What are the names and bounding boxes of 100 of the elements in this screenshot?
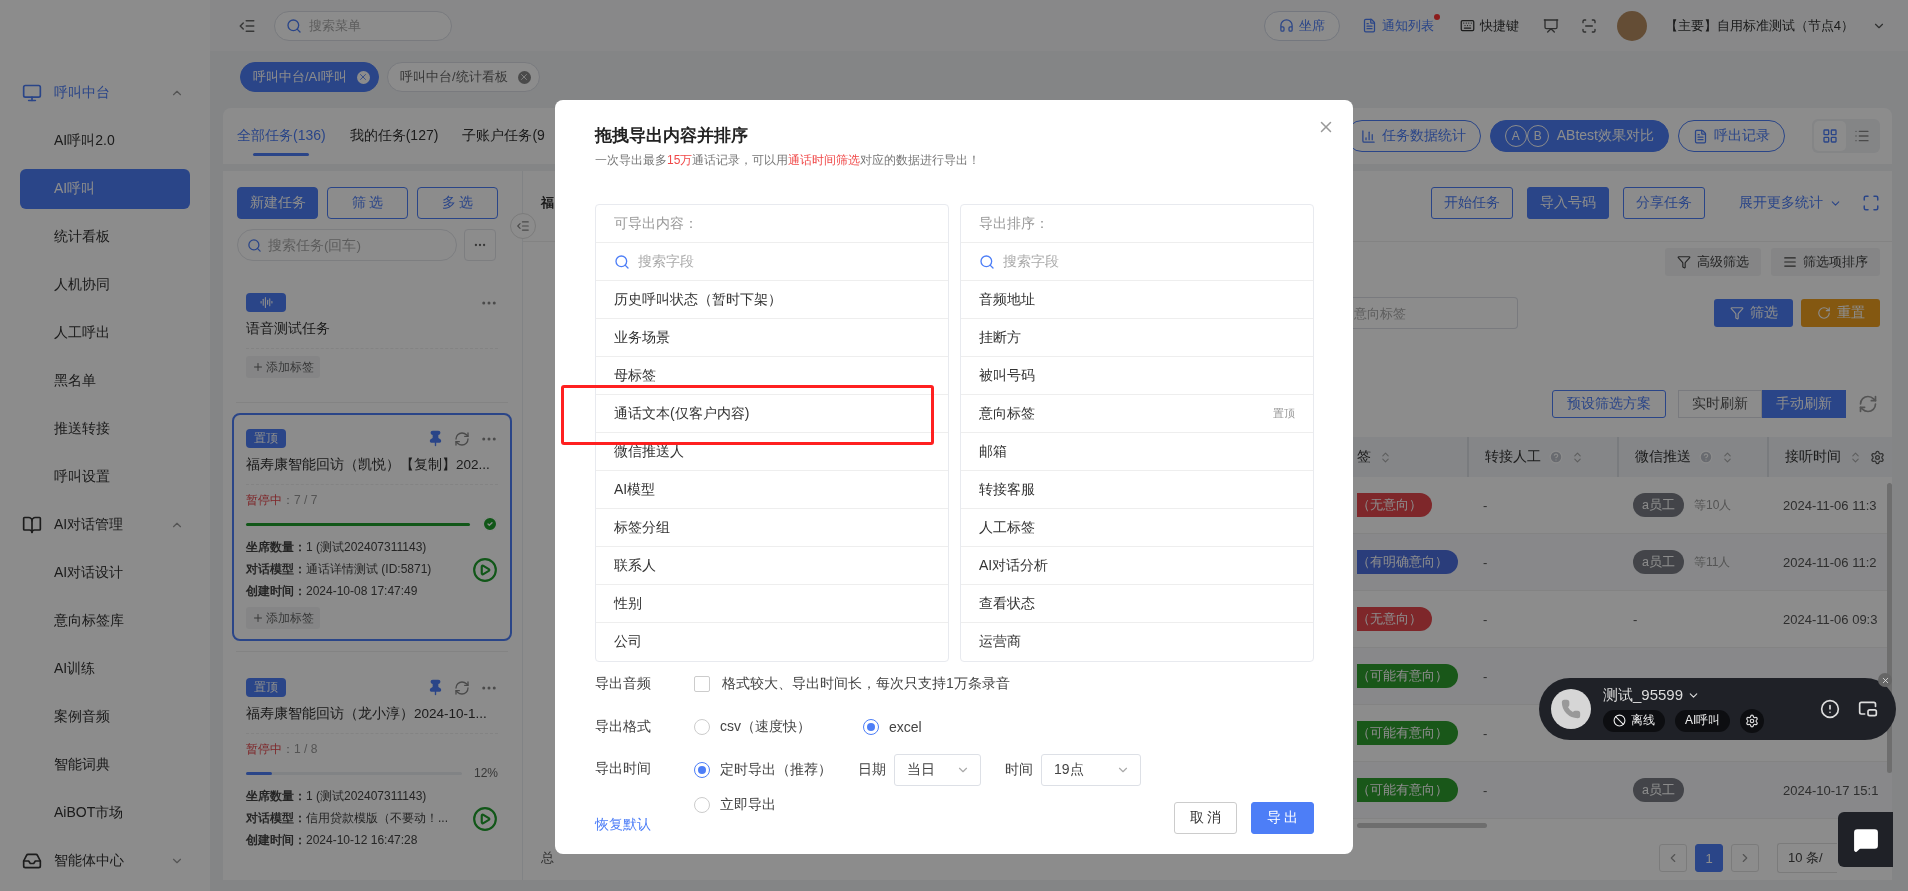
field-item[interactable]: 查看状态 (979, 594, 1295, 613)
action-button[interactable]: 开始任务 (1431, 187, 1513, 219)
pin-icon[interactable] (427, 679, 444, 696)
field-item[interactable]: 微信推送人 (614, 442, 930, 461)
field-item[interactable]: 挂断方 (979, 328, 1295, 347)
menu-item[interactable]: 智能词典 (20, 745, 190, 785)
page-tab[interactable]: 呼叫中台/统计看板 (386, 62, 540, 92)
field-item[interactable]: 联系人 (614, 556, 930, 575)
search-field[interactable]: 搜索字段 (596, 243, 948, 281)
close-icon[interactable] (356, 70, 370, 84)
agent-selector[interactable]: 测试_95599 (1603, 685, 1765, 705)
menu-item[interactable]: AI呼叫2.0 (20, 121, 190, 161)
play-icon[interactable] (472, 556, 498, 583)
field-item[interactable]: 业务场景 (614, 328, 930, 347)
shortcuts-link[interactable]: 快捷键 (1455, 16, 1523, 35)
sort-icon[interactable] (1379, 450, 1392, 464)
window-icon[interactable] (1858, 699, 1878, 719)
account-name[interactable]: 【主要】自用标准测试（节点4） (1664, 16, 1854, 35)
menu-item[interactable]: 推送转接 (20, 409, 190, 449)
field-item[interactable]: 运营商 (979, 633, 1295, 651)
notifications-link[interactable]: 通知列表 (1357, 16, 1438, 35)
task-button[interactable]: 新建任务 (237, 187, 318, 219)
date-select[interactable]: 当日 (894, 754, 981, 786)
grid-view-button[interactable] (1814, 121, 1846, 151)
cancel-button[interactable]: 取 消 (1174, 802, 1237, 834)
field-item[interactable]: 性别 (614, 594, 930, 613)
action-button[interactable]: 分享任务 (1623, 187, 1705, 219)
field-item[interactable]: 意向标签 (979, 404, 1273, 423)
field-item[interactable]: 邮箱 (979, 442, 1295, 461)
menu-group[interactable]: 智能体中心 (0, 837, 210, 885)
menu-item[interactable]: AI训练 (20, 649, 190, 689)
close-icon[interactable] (517, 70, 531, 84)
menu-item[interactable]: AI呼叫 (20, 169, 190, 209)
field-item[interactable]: 转接客服 (979, 480, 1295, 499)
refresh-mode-button[interactable]: 实时刷新 (1678, 390, 1762, 418)
sort-icon[interactable] (1571, 450, 1584, 464)
preset-button[interactable]: 预设筛选方案 (1552, 390, 1666, 418)
checkbox[interactable] (694, 675, 710, 692)
filter-tool-button[interactable]: 高级筛选 (1665, 248, 1761, 276)
refresh-icon[interactable] (1858, 394, 1878, 414)
field-item[interactable]: AI模型 (614, 480, 930, 499)
field-item[interactable]: AI对话分析 (979, 556, 1295, 575)
task-tab[interactable]: 子账户任务(9 (462, 108, 545, 164)
menu-group[interactable]: AI对话管理 (0, 501, 210, 549)
play-icon[interactable] (472, 805, 498, 832)
column-header[interactable]: 签 (1347, 437, 1467, 477)
add-tag-button[interactable]: 添加标签 (246, 607, 320, 629)
menu-item[interactable]: 统计看板 (20, 217, 190, 257)
refresh-icon[interactable] (454, 679, 470, 696)
add-tag-button[interactable]: 添加标签 (246, 356, 320, 378)
chat-button[interactable] (1838, 812, 1893, 867)
refresh-mode-button[interactable]: 手动刷新 (1762, 390, 1846, 418)
settings-button[interactable] (1740, 708, 1765, 733)
pin-top-link[interactable]: 置顶 (1273, 406, 1295, 421)
task-tab[interactable]: 我的任务(127) (349, 108, 439, 164)
menu-item[interactable]: 呼叫设置 (20, 457, 190, 497)
page-tab[interactable]: 呼叫中台/AI呼叫 (240, 62, 379, 92)
menu-group[interactable]: 呼叫中台 (0, 69, 210, 117)
radio-option[interactable]: csv（速度快） (694, 717, 811, 736)
filter-button[interactable]: 筛选 (1714, 299, 1793, 327)
field-item[interactable]: 音频地址 (979, 290, 1295, 309)
status-chip[interactable]: 离线 (1603, 709, 1665, 732)
seat-button[interactable]: 坐席 (1263, 10, 1340, 41)
time-select[interactable]: 19点 (1041, 754, 1141, 786)
page-size-select[interactable]: 10 条/ (1777, 843, 1837, 873)
menu-item[interactable]: 案例音频 (20, 697, 190, 737)
toolbar-button[interactable]: 呼出记录 (1678, 120, 1785, 152)
sort-icon[interactable] (1721, 450, 1734, 464)
field-item[interactable]: 标签分组 (614, 518, 930, 537)
field-item[interactable]: 母标签 (614, 366, 930, 385)
task-button[interactable]: 筛 选 (327, 187, 408, 219)
filter-tool-button[interactable]: 筛选项排序 (1771, 248, 1880, 276)
menu-item[interactable]: 人机协同 (20, 265, 190, 305)
radio-option[interactable]: excel (863, 718, 922, 735)
menu-item[interactable]: AI对话设计 (20, 553, 190, 593)
menu-item[interactable]: 意向标签库 (20, 601, 190, 641)
field-item[interactable]: 人工标签 (979, 518, 1295, 537)
reset-link[interactable]: 恢复默认 (595, 816, 1141, 834)
task-button[interactable]: 多 选 (417, 187, 498, 219)
menu-item[interactable]: 人工呼出 (20, 313, 190, 353)
task-tab[interactable]: 全部任务(136) (237, 108, 326, 164)
action-button[interactable]: 导入号码 (1527, 187, 1609, 219)
pin-icon[interactable] (427, 430, 444, 447)
alert-icon[interactable] (1820, 699, 1840, 719)
radio-option[interactable]: 立即导出 (694, 796, 776, 814)
refresh-icon[interactable] (454, 430, 470, 447)
mode-chip[interactable]: AI呼叫 (1675, 709, 1731, 732)
close-button[interactable] (1878, 673, 1892, 687)
search-field[interactable]: 搜索字段 (961, 243, 1313, 281)
menu-item[interactable]: AiBOT市场 (20, 793, 190, 833)
field-item[interactable]: 历史呼叫状态（暂时下架） (614, 290, 930, 309)
sort-icon[interactable] (1849, 450, 1862, 464)
field-item[interactable]: 通话文本(仅客户内容) (614, 404, 930, 423)
settings-icon[interactable] (1870, 449, 1885, 465)
collapse-button[interactable] (510, 213, 536, 239)
fullscreen-icon[interactable] (1862, 194, 1880, 212)
menu-item[interactable]: 黑名单 (20, 361, 190, 401)
phone-button[interactable] (1551, 689, 1591, 729)
field-item[interactable]: 被叫号码 (979, 366, 1295, 385)
toolbar-button[interactable]: A B ABtest效果对比 (1489, 120, 1669, 152)
